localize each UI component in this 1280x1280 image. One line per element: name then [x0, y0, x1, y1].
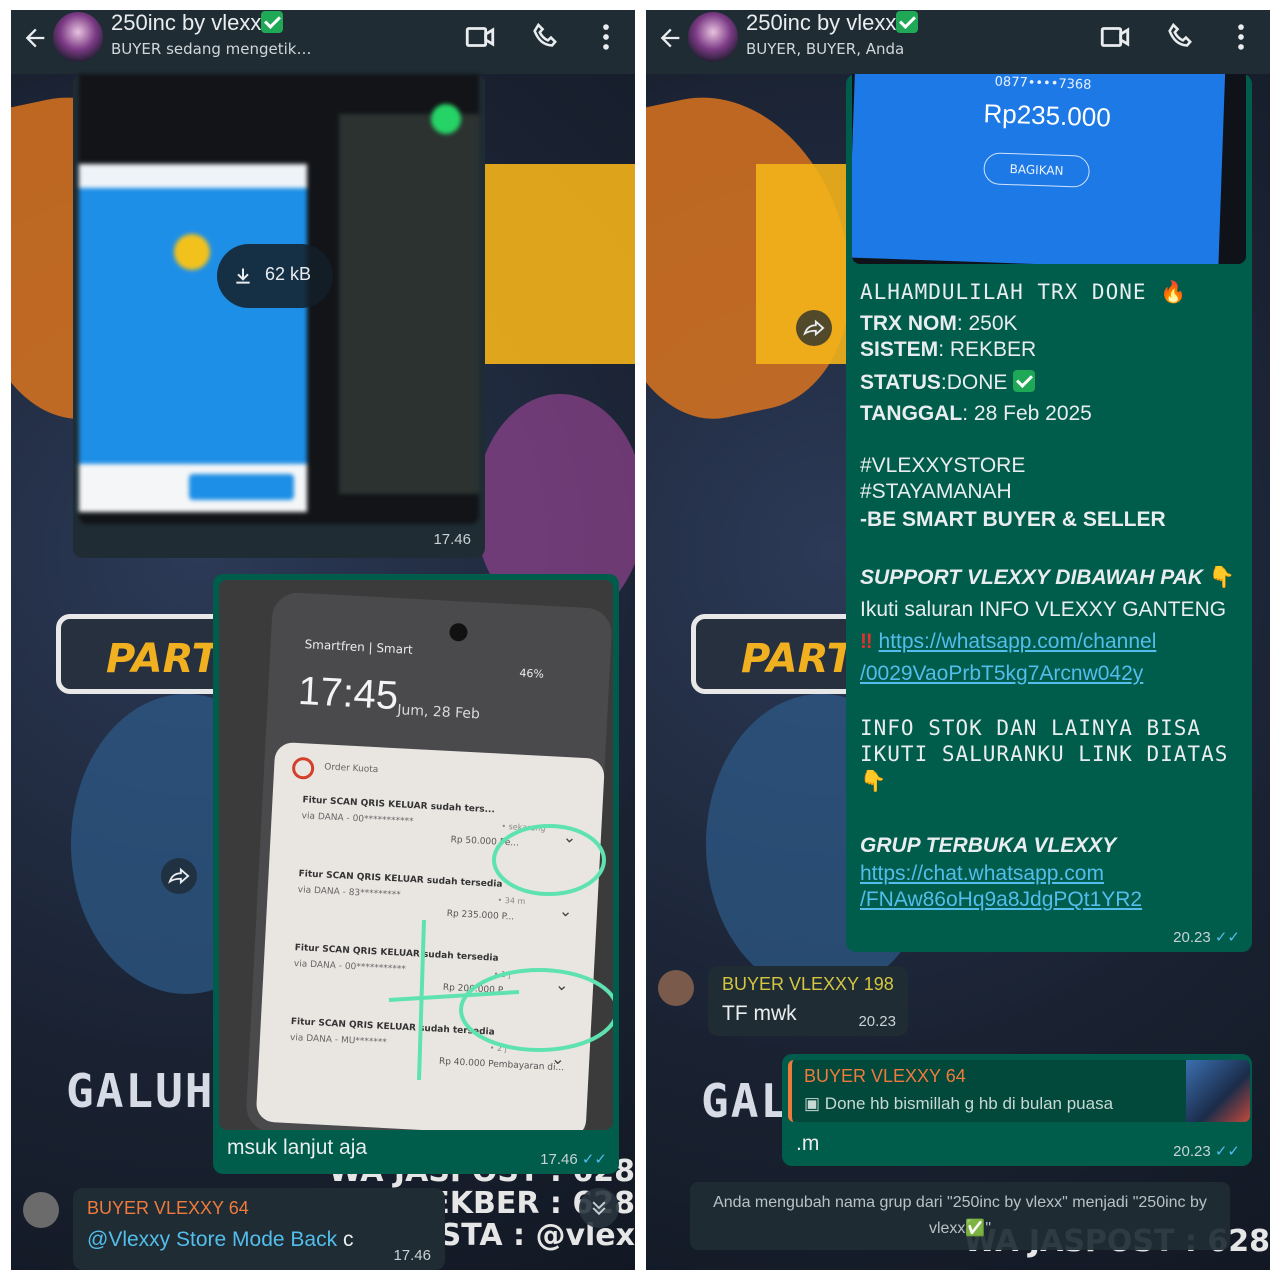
check-emoji-icon — [896, 11, 919, 33]
channel-link[interactable]: https://whatsapp.com/channel — [879, 630, 1157, 653]
post-slogan: -BE SMART BUYER & SELLER — [860, 508, 1166, 531]
marker-circles — [388, 824, 613, 1080]
trx-value: : 250K — [956, 312, 1018, 335]
mention-link[interactable]: @Vlexxy Store Mode Back — [87, 1228, 337, 1251]
sistem-label: SISTEM — [860, 338, 939, 361]
message-time-status: 20.23 ✓✓ — [1173, 1143, 1240, 1160]
incoming-message[interactable]: BUYER VLEXXY 198 TF mwk 20.23 — [708, 966, 908, 1036]
message-time-status: 20.23 ✓✓ — [1173, 929, 1240, 946]
sender-name: BUYER VLEXXY 198 — [722, 974, 894, 994]
status-label: STATUS — [860, 371, 941, 394]
quoted-message[interactable]: BUYER VLEXXY 64 ▣ Done hb bismillah g hb… — [788, 1060, 1250, 1122]
follow-text: Ikuti saluran INFO VLEXXY GANTENG — [860, 598, 1227, 621]
chat-title[interactable]: 250inc by vlexx — [746, 10, 919, 36]
fire-emoji-icon: 🔥 — [1160, 280, 1188, 304]
support-heading: SUPPORT VLEXXY DIBAWAH PAK — [860, 566, 1204, 589]
notification-app: Order Kuota — [323, 762, 379, 776]
forward-button[interactable] — [161, 858, 197, 894]
hashtag: #VLEXXYSTORE — [860, 454, 1026, 477]
double-exclamation-emoji-icon: ‼ — [860, 630, 873, 653]
download-icon — [236, 268, 250, 284]
status-value: :DONE — [940, 371, 1008, 394]
forward-icon — [803, 319, 825, 337]
system-message: Anda mengubah nama grup dari "250inc by … — [690, 1182, 1230, 1250]
system-message-text: Anda mengubah nama grup dari "250inc by … — [713, 1194, 1207, 1237]
group-avatar[interactable] — [688, 12, 738, 62]
group-members: BUYER, BUYER, Anda — [746, 40, 905, 58]
wallpaper-text: GALUH — [66, 1064, 215, 1118]
message-time-status: 17.46 ✓✓ — [540, 1151, 607, 1168]
tanggal-label: TANGGAL — [860, 402, 963, 425]
voice-call-icon[interactable] — [529, 20, 563, 54]
info-text: IKUTI SALURANKU LINK DIATAS — [860, 742, 1229, 766]
message-text: c — [342, 1228, 354, 1251]
message-time: 17.46 — [433, 531, 471, 548]
image-message-outgoing[interactable]: Smartfren | Smart 46% 17:45 Jum, 28 Feb … — [213, 574, 619, 1174]
quoted-thumbnail — [1186, 1060, 1250, 1122]
phone-clock: 17:45 — [297, 668, 400, 719]
phone-battery: 46 — [519, 666, 534, 681]
back-arrow-icon[interactable] — [21, 24, 49, 52]
image-message-outgoing[interactable]: 0877••••7368 Rp235.000 BAGIKAN ALHAMDULI… — [846, 74, 1252, 952]
sistem-value: : REKBER — [938, 338, 1037, 361]
pointing-down-emoji-icon: 👇 — [1208, 566, 1236, 589]
read-ticks-icon: ✓✓ — [1214, 929, 1240, 946]
receipt-share: BAGIKAN — [983, 152, 1091, 188]
notification-source: via DANA - MU******* — [289, 1032, 387, 1049]
post-headline: ALHAMDULILAH TRX DONE — [860, 280, 1147, 304]
forward-button[interactable] — [796, 310, 832, 346]
phone-photo: Smartfren | Smart 46% 17:45 Jum, 28 Feb … — [219, 580, 613, 1130]
reply-message[interactable]: BUYER VLEXXY 64 ▣ Done hb bismillah g hb… — [782, 1054, 1252, 1166]
group-link[interactable]: /FNAw86oHq9a8JdgPQt1YR2 — [860, 888, 1142, 911]
quoted-text: Done hb bismillah g hb di bulan puasa — [824, 1094, 1114, 1113]
receipt-photo: 0877••••7368 Rp235.000 BAGIKAN — [852, 74, 1246, 264]
sender-avatar[interactable] — [658, 970, 694, 1006]
read-ticks-icon: ✓✓ — [581, 1151, 607, 1168]
video-call-icon[interactable] — [1098, 20, 1132, 54]
chat-screenshot-right: PARTNER GALUH GERANG WA JASPOST : 628 25… — [646, 10, 1270, 1270]
phone-carrier: Smartfren | Smart — [304, 637, 414, 657]
back-arrow-icon[interactable] — [656, 24, 684, 52]
voice-call-icon[interactable] — [1164, 20, 1198, 54]
photo-icon: ▣ — [804, 1094, 821, 1113]
message-time: 20.23 — [858, 1013, 896, 1030]
incoming-message[interactable]: BUYER VLEXXY 64 @Vlexxy Store Mode Back … — [73, 1188, 445, 1270]
group-avatar[interactable] — [53, 12, 103, 62]
hashtag: #STAYAMANAH — [860, 480, 1012, 503]
trx-label: TRX NOM — [860, 312, 957, 335]
check-emoji-icon — [1013, 370, 1036, 392]
phone-date: Jum, 28 Feb — [396, 702, 481, 723]
chat-header: 250inc by vlexx BUYER sedang mengetik… — [11, 10, 635, 74]
tanggal-value: : 28 Feb 2025 — [962, 402, 1092, 425]
message-text: TF mwk — [722, 1002, 797, 1025]
message-text: .m — [796, 1132, 820, 1155]
download-button[interactable]: 62 kB — [217, 244, 333, 308]
check-emoji-icon — [261, 11, 284, 33]
pointing-down-emoji-icon: 👇 — [860, 770, 887, 793]
forward-icon — [168, 867, 190, 885]
message-caption: msuk lanjut aja — [227, 1136, 368, 1159]
read-ticks-icon: ✓✓ — [1214, 1143, 1240, 1160]
message-time: 17.46 — [393, 1247, 431, 1264]
image-message[interactable]: 62 kB 17.46 — [73, 74, 485, 558]
file-size: 62 kB — [265, 264, 312, 284]
group-link[interactable]: https://chat.whatsapp.com — [860, 862, 1104, 885]
receipt-phone: 0877••••7368 — [994, 74, 1092, 93]
sender-name: BUYER VLEXXY 64 — [87, 1198, 249, 1218]
sender-avatar[interactable] — [23, 1192, 59, 1228]
more-options-icon[interactable] — [589, 20, 623, 54]
typing-status: BUYER sedang mengetik… — [111, 40, 312, 58]
group-heading: GRUP TERBUKA VLEXXY — [860, 834, 1117, 857]
scroll-down-button[interactable] — [579, 1188, 619, 1228]
info-text: INFO STOK DAN LAINYA BISA — [860, 716, 1202, 740]
channel-link[interactable]: /0029VaoPrbT5kg7Arcnw042y — [860, 662, 1143, 685]
more-options-icon[interactable] — [1224, 20, 1258, 54]
chat-screenshot-left: PARTNER GALUH WA JASPOST : 628 A REKBER … — [11, 10, 635, 1270]
chat-title[interactable]: 250inc by vlexx — [111, 10, 284, 36]
chat-header: 250inc by vlexx BUYER, BUYER, Anda — [646, 10, 1270, 74]
quoted-sender: BUYER VLEXXY 64 — [804, 1066, 966, 1086]
video-call-icon[interactable] — [463, 20, 497, 54]
double-chevron-down-icon — [592, 1201, 606, 1216]
receipt-amount: Rp235.000 — [983, 98, 1112, 133]
